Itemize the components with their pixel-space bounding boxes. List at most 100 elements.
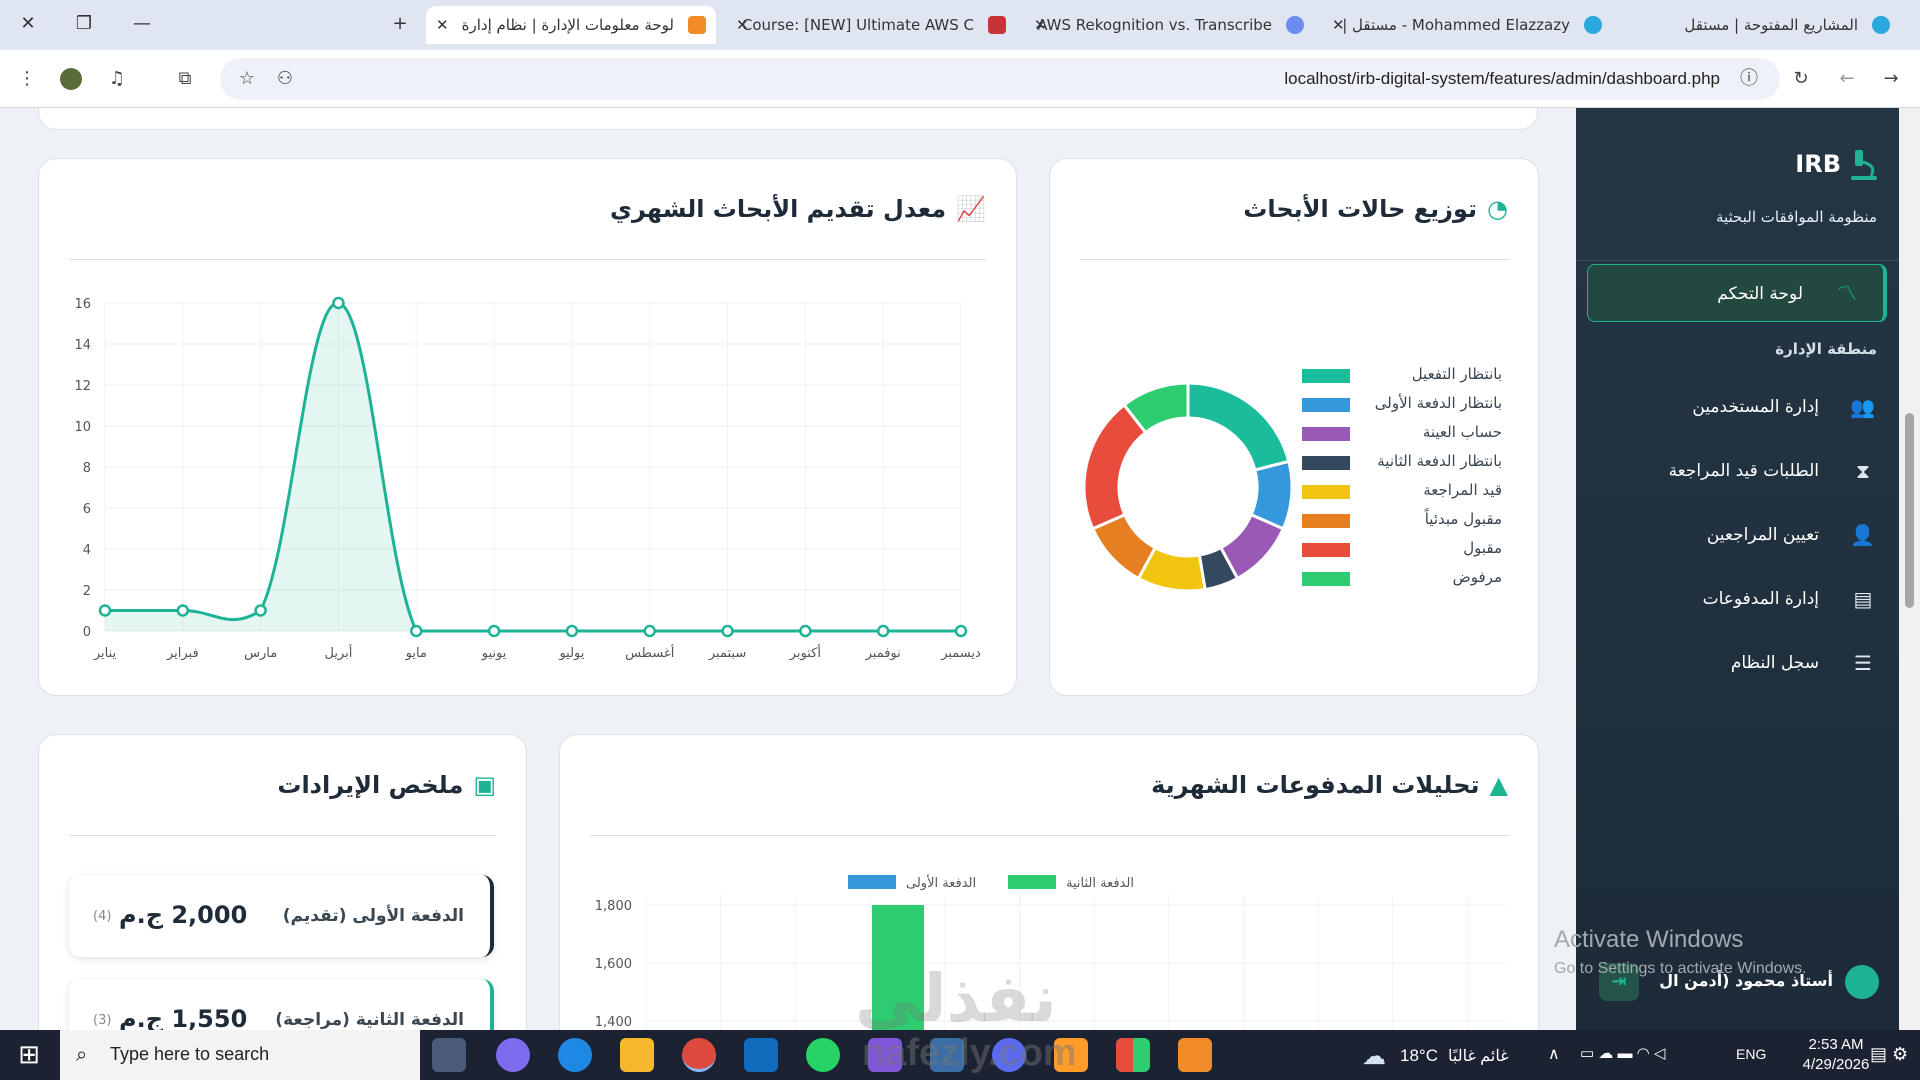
nafezly-watermark-url: nafezly.com [862,1032,1077,1074]
data-point [332,296,345,310]
data-point [410,624,423,638]
mostaql-favicon-icon [1584,16,1602,34]
tab-mostaql-projects[interactable]: المشاريع المفتوحة | مستقل [1620,6,1900,44]
list-icon: ☰ [1854,651,1872,675]
notifications-icon[interactable]: ▤ [1870,1044,1887,1065]
bookmark-star-icon[interactable]: ☆ [236,68,258,90]
scroll-thumb[interactable] [1905,413,1914,608]
tab-mostaql-profile[interactable]: ✕ Mohammed Elazzazy - مستقل | [1322,6,1612,44]
legend-label: مقبول [1463,539,1502,557]
sidebar-item-assign-reviewers[interactable]: 👤 تعيين المراجعين [1576,512,1899,558]
card-title: ▣ملخص الإيرادات [277,771,496,799]
minimize-window-icon[interactable]: — [122,8,162,40]
legend-item[interactable]: قيد المراجعة [1302,481,1502,501]
y-tick-label: 1,600 [595,957,632,972]
legend-swatch [1302,485,1350,499]
x-tick-label: يوليو [558,646,584,661]
extensions-icon[interactable]: ⧉ [174,68,196,90]
donut-slice [1186,381,1291,472]
search-icon: ⌕ [76,1042,88,1066]
browser-tab-bar: ✕ ❐ — + ✕ لوحة معلومات الإدارة | نظام إد… [0,0,1920,50]
legend-item[interactable]: بانتظار التفعيل [1302,365,1502,385]
tray-chevron-icon[interactable]: ∧ [1548,1044,1560,1064]
revenue-summary-card: ▣ملخص الإيرادات الدفعة الأولى (تقديم) 2,… [38,734,527,1030]
data-point [176,604,190,617]
xampp-favicon-icon [688,16,706,34]
app-icon[interactable] [1116,1038,1150,1072]
settings-gear-icon[interactable]: ⚙ [1892,1044,1908,1065]
file-explorer-icon[interactable] [620,1038,654,1072]
store-icon[interactable] [744,1038,778,1072]
back-icon[interactable]: → [1880,68,1902,90]
sidebar-item-payments[interactable]: ▤ إدارة المدفوعات [1576,576,1899,622]
data-point [487,624,501,638]
close-tab-icon[interactable]: ✕ [1332,6,1345,44]
chrome-icon[interactable] [682,1038,716,1072]
profile-avatar-icon[interactable] [60,68,82,90]
legend-item[interactable]: بانتظار الدفعة الثانية [1302,452,1502,472]
area-chart: 0 2 4 6 8 10 12 14 16 يناير فبراير مارس أبريل مايو يون… [74,296,981,661]
tab-admin-dashboard[interactable]: ✕ لوحة معلومات الإدارة | نظام إدارة [426,6,716,44]
tray-icons[interactable]: ▭ ☁ ▬ ◠ ◁ [1580,1044,1665,1062]
tab-aws-rekognition[interactable]: ✕ AWS Rekognition vs. Transcribe [1024,6,1314,44]
language-indicator[interactable]: ENG [1736,1046,1766,1062]
status-distribution-card: ◔توزيع حالات الأبحاث بانتظار التفعيل بانت… [1049,158,1539,696]
monthly-submissions-card: 📈معدل تقديم الأبحاث الشهري 0 2 4 6 8 10 12 14 16… [38,158,1017,696]
sidebar-item-users[interactable]: 👥 إدارة المستخدمين [1576,384,1899,430]
forward-icon[interactable]: ← [1836,68,1858,90]
close-tab-icon[interactable]: ✕ [1034,6,1047,44]
reload-icon[interactable]: ↻ [1790,68,1812,90]
y-tick-label: 0 [83,625,91,640]
legend-label: الدفعة الثانية [1066,876,1134,891]
new-tab-icon[interactable]: + [380,8,420,40]
incognito-icon[interactable]: ⚇ [274,68,296,90]
edge-icon[interactable] [558,1038,592,1072]
brand-logo: IRB [1795,148,1879,182]
money-icon: ▤ [1853,587,1873,611]
revenue-row: الدفعة الأولى (تقديم) 2,000 ج.م (4) [69,875,494,957]
page-scrollbar[interactable] [1900,108,1920,1030]
site-info-icon[interactable]: ⓘ [1738,68,1760,90]
windows-start-icon[interactable]: ⊞ [12,1038,46,1072]
whatsapp-icon[interactable] [806,1038,840,1072]
y-tick-label: 2 [83,584,91,599]
data-point [721,624,734,638]
page-viewport: ◔توزيع حالات الأبحاث بانتظار التفعيل بانت… [0,108,1920,1030]
data-point [799,624,812,638]
sidebar-item-system-log[interactable]: ☰ سجل النظام [1576,640,1899,686]
y-tick-label: 12 [74,379,91,394]
legend-swatch [1302,427,1350,441]
legend-item[interactable]: مقبول مبدئياً [1302,510,1502,530]
windows-taskbar: ⊞ ⌕ Type here to search nafezly.com ☁ 18… [0,1030,1920,1080]
legend-item[interactable]: مقبول [1302,539,1502,559]
xampp-icon[interactable] [1178,1038,1212,1072]
section-label: منطقة الإدارة [1775,340,1877,358]
activate-windows-title: Activate Windows [1554,926,1744,953]
restore-window-icon[interactable]: ❐ [64,8,104,40]
sidebar-item-dashboard[interactable]: 〽 لوحة التحكم [1587,264,1887,322]
taskbar-search[interactable]: ⌕ Type here to search [60,1030,420,1080]
task-view-icon[interactable] [432,1038,466,1072]
legend-item[interactable]: بانتظار الدفعة الأولى [1302,394,1502,414]
weather-cloud-icon: ☁ [1362,1042,1386,1070]
menu-dots-icon[interactable]: ⋮ [16,68,38,90]
x-tick-label: مارس [244,646,277,661]
media-icon[interactable]: ♫ [106,68,128,90]
data-point [254,604,267,617]
legend-swatch [1302,456,1350,470]
copilot-icon[interactable] [496,1038,530,1072]
legend-label: حساب العينة [1422,423,1502,441]
users-icon: 👥 [1850,395,1875,419]
legend-item[interactable]: حساب العينة [1302,423,1502,443]
avatar [1845,965,1879,999]
url-text[interactable]: localhost/irb-digital-system/features/ad… [1284,69,1720,89]
close-tab-icon[interactable]: ✕ [436,6,449,44]
close-window-icon[interactable]: ✕ [8,8,48,40]
sidebar-item-pending-requests[interactable]: ⧗ الطلبات قيد المراجعة [1576,448,1899,494]
close-tab-icon[interactable]: ✕ [736,6,749,44]
legend-item[interactable]: مرفوض [1302,568,1502,588]
tab-aws-course[interactable]: ✕ Course: [NEW] Ultimate AWS C [726,6,1016,44]
data-point [954,624,968,638]
gemini-favicon-icon [1286,16,1304,34]
x-tick-label: نوفمبر [865,646,901,661]
